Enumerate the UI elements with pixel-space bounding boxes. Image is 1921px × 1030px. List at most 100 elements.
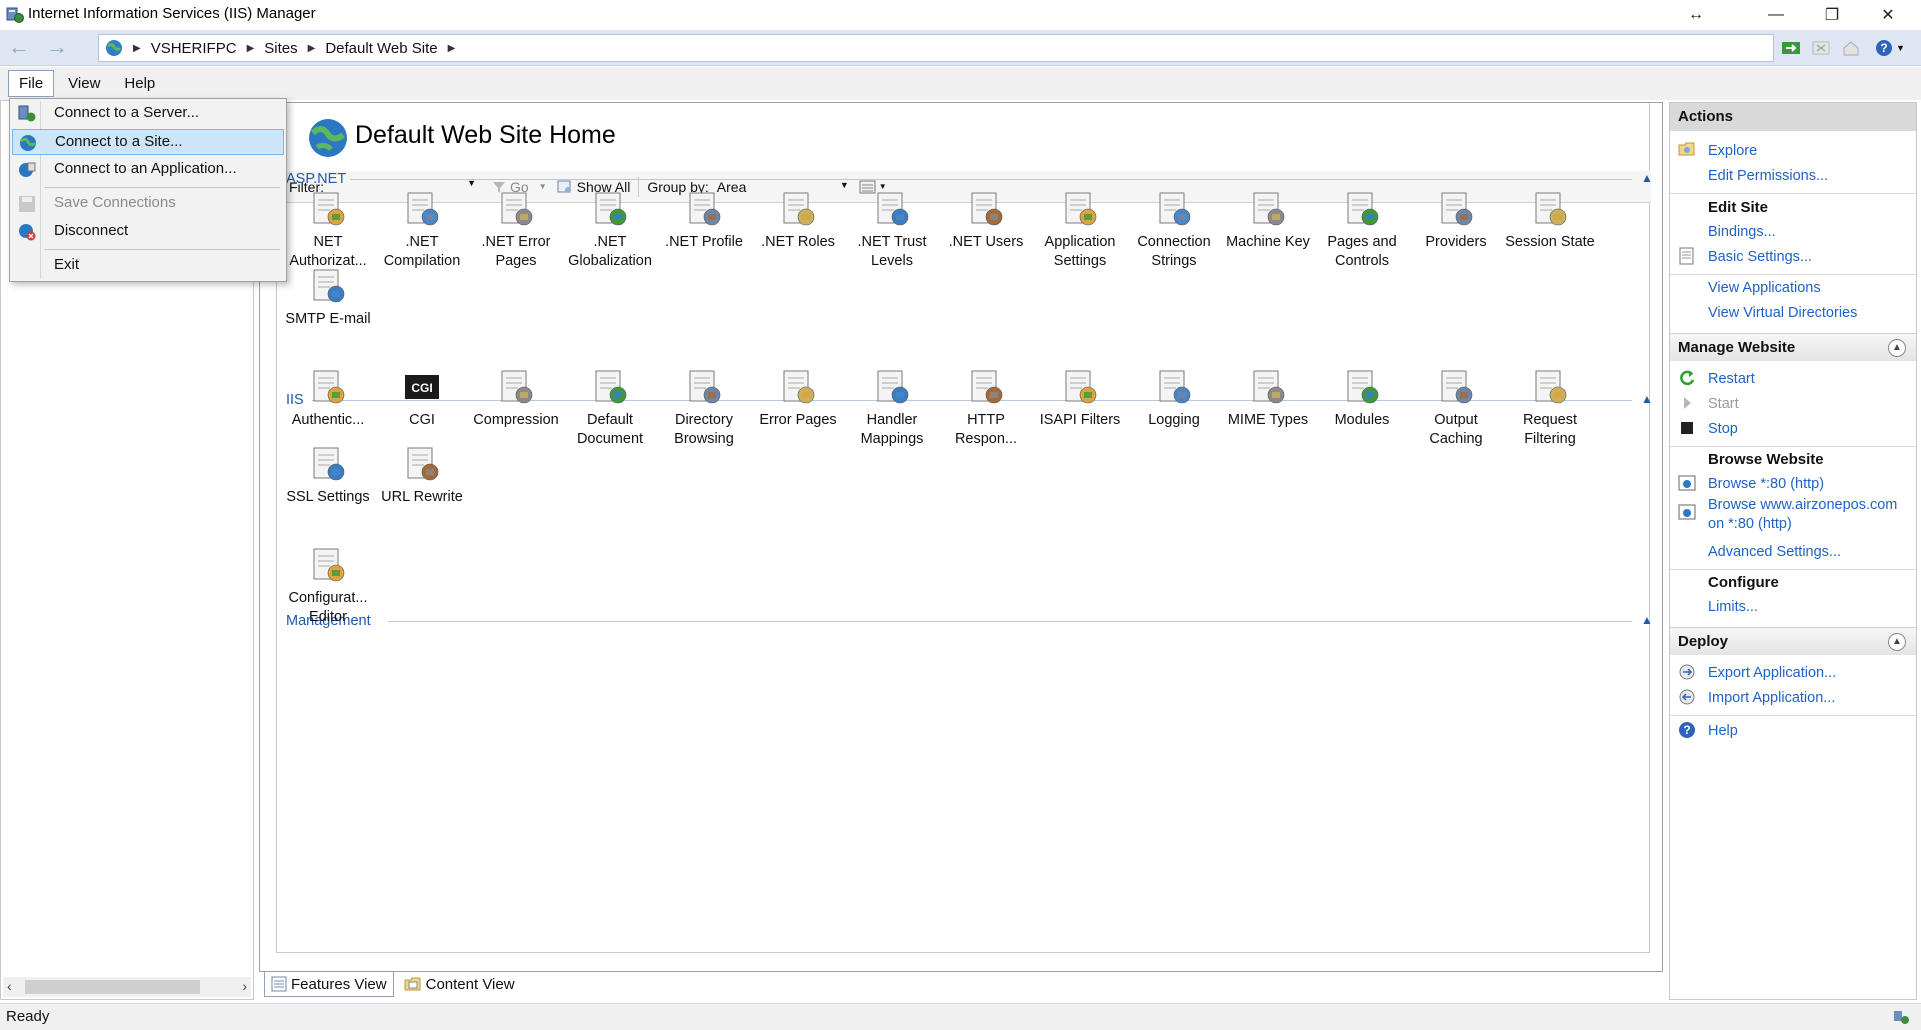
feature-iis-15[interactable]: URL Rewrite [376, 444, 468, 507]
action-view-applications[interactable]: View Applications [1708, 280, 1821, 296]
content-view-tab[interactable]: Content View [398, 971, 521, 997]
feature-iis-6[interactable]: Handler Mappings [846, 367, 938, 449]
feature-label-line2: Filtering [1524, 431, 1576, 447]
action-restart[interactable]: Restart [1708, 371, 1755, 387]
feature-iis-9[interactable]: Logging [1128, 367, 1220, 430]
scroll-right-icon[interactable]: › [242, 978, 247, 994]
help-dropdown-icon[interactable]: ? ▼ [1870, 35, 1910, 61]
scroll-thumb[interactable] [25, 980, 200, 994]
action-import-application[interactable]: Import Application... [1708, 690, 1835, 706]
feature-label: .NET [593, 234, 627, 250]
feature-aspnet-2[interactable]: .NET Error Pages [470, 189, 562, 271]
feature-iis-7[interactable]: HTTP Respon... [940, 367, 1032, 449]
feature-management-0[interactable]: Configurat... Editor [282, 545, 374, 627]
action-stop[interactable]: Stop [1708, 421, 1738, 437]
close-button[interactable]: ✕ [1860, 0, 1916, 30]
forward-arrow-icon[interactable]: → [42, 35, 72, 61]
feature-icon [402, 189, 442, 229]
feature-iis-10[interactable]: MIME Types [1222, 367, 1314, 430]
menu-disconnect[interactable]: Disconnect [12, 219, 284, 245]
feature-label: Configurat... [288, 590, 368, 606]
feature-iis-2[interactable]: Compression [470, 367, 562, 430]
breadcrumb-sites[interactable]: Sites [264, 40, 297, 57]
action-explore[interactable]: Explore [1708, 143, 1757, 159]
collapse-icon[interactable]: ▲ [1888, 633, 1906, 651]
feature-aspnet-9[interactable]: Connection Strings [1128, 189, 1220, 271]
feature-iis-4[interactable]: Directory Browsing [658, 367, 750, 449]
menu-connect-site[interactable]: Connect to a Site... [12, 129, 284, 155]
svg-text:?: ? [1683, 723, 1690, 737]
feature-iis-5[interactable]: Error Pages [752, 367, 844, 430]
home-icon[interactable] [1838, 35, 1864, 61]
menu-help[interactable]: Help [114, 71, 165, 96]
features-view-icon [271, 976, 287, 992]
feature-aspnet-3[interactable]: .NET Globalization [564, 189, 656, 271]
action-edit-permissions[interactable]: Edit Permissions... [1708, 168, 1828, 184]
feature-aspnet-6[interactable]: .NET Trust Levels [846, 189, 938, 271]
feature-iis-1[interactable]: CGI CGI [376, 367, 468, 430]
feature-aspnet-14[interactable]: SMTP E-mail [282, 266, 374, 329]
action-view-virtual-directories[interactable]: View Virtual Directories [1708, 305, 1857, 321]
scroll-left-icon[interactable]: ‹ [7, 978, 12, 994]
menu-file[interactable]: File [8, 70, 55, 97]
feature-icon [308, 444, 348, 484]
features-view-tab[interactable]: Features View [264, 971, 394, 997]
feature-label: Request [1522, 412, 1577, 428]
feature-iis-12[interactable]: Output Caching [1410, 367, 1502, 449]
collapse-icon[interactable]: ▲ [1641, 392, 1653, 406]
action-basic-settings[interactable]: Basic Settings... [1708, 249, 1812, 265]
feature-iis-3[interactable]: Default Document [564, 367, 656, 449]
action-help[interactable]: Help [1708, 723, 1738, 739]
feature-label: .NET Users [948, 234, 1024, 250]
go-icon[interactable] [1778, 35, 1804, 61]
feature-aspnet-7[interactable]: .NET Users [940, 189, 1032, 252]
action-export-application[interactable]: Export Application... [1708, 665, 1836, 681]
breadcrumb-site[interactable]: Default Web Site [325, 40, 437, 57]
menu-connect-application[interactable]: Connect to an Application... [12, 157, 284, 183]
horizontal-scrollbar[interactable]: ‹ › [3, 977, 251, 997]
feature-label: CGI [409, 412, 435, 428]
feature-iis-0[interactable]: Authentic... [282, 367, 374, 430]
feature-aspnet-1[interactable]: .NET Compilation [376, 189, 468, 271]
manage-website-header: Manage Website ▲ [1670, 333, 1916, 361]
collapse-icon[interactable]: ▲ [1888, 339, 1906, 357]
feature-aspnet-5[interactable]: .NET Roles [752, 189, 844, 252]
feature-aspnet-11[interactable]: Pages and Controls [1316, 189, 1408, 271]
feature-aspnet-12[interactable]: Providers [1410, 189, 1502, 252]
chevron-right-icon[interactable]: ▶ [448, 43, 456, 54]
action-limits[interactable]: Limits... [1708, 599, 1758, 615]
feature-label-line2: Caching [1429, 431, 1483, 447]
chevron-right-icon: ▶ [307, 42, 316, 54]
feature-label: .NET [405, 234, 439, 250]
action-browse-www[interactable]: Browse www.airzonepos.com on *:80 (http) [1708, 496, 1897, 534]
restore-button[interactable]: ❐ [1804, 0, 1860, 30]
feature-aspnet-13[interactable]: Session State [1504, 189, 1596, 252]
menu-view[interactable]: View [58, 71, 110, 96]
feature-label: Modules [1334, 412, 1390, 428]
collapse-icon[interactable]: ▲ [1641, 171, 1653, 185]
feature-aspnet-8[interactable]: Application Settings [1034, 189, 1126, 271]
feature-aspnet-10[interactable]: Machine Key [1222, 189, 1314, 252]
feature-icon [1060, 189, 1100, 229]
feature-label: Compression [473, 412, 559, 428]
feature-iis-8[interactable]: ISAPI Filters [1034, 367, 1126, 430]
action-browse-80[interactable]: Browse *:80 (http) [1708, 476, 1824, 492]
feature-iis-13[interactable]: Request Filtering [1504, 367, 1596, 449]
minimize-button[interactable]: — [1748, 0, 1804, 30]
menu-exit[interactable]: Exit [12, 253, 284, 279]
back-arrow-icon[interactable]: ← [4, 35, 34, 61]
feature-aspnet-0[interactable]: NET Authorizat... [282, 189, 374, 271]
menu-bar: File View Help [0, 67, 1921, 100]
menu-connect-server[interactable]: Connect to a Server... [12, 101, 284, 127]
action-bindings[interactable]: Bindings... [1708, 224, 1776, 240]
group-aspnet-header: ASP.NET [286, 171, 347, 187]
feature-aspnet-4[interactable]: .NET Profile [658, 189, 750, 252]
collapse-icon[interactable]: ▲ [1641, 613, 1653, 627]
feature-iis-14[interactable]: SSL Settings [282, 444, 374, 507]
resize-arrows-icon[interactable]: ↔ [1668, 0, 1724, 30]
feature-iis-11[interactable]: Modules [1316, 367, 1408, 430]
breadcrumb-server[interactable]: VSHERIFPC [151, 40, 237, 57]
breadcrumb: ▶ VSHERIFPC ▶ Sites ▶ Default Web Site ▶ [98, 34, 1774, 62]
stop-icon[interactable] [1808, 35, 1834, 61]
action-advanced-settings[interactable]: Advanced Settings... [1708, 544, 1841, 560]
